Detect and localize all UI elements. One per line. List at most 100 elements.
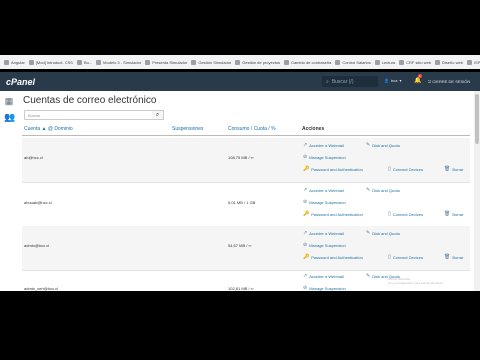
webmail-link-label: Acceder a Webmail [309, 187, 344, 193]
connect-devices-link-label: Connect Devices [392, 254, 424, 260]
bookmark-favicon-icon [374, 59, 380, 65]
connect-devices-link-label: Connect Devices [392, 211, 424, 217]
disk-quota-link[interactable]: ✎ Disk and Quota [366, 187, 400, 193]
bookmark-item[interactable]: Lectura [374, 59, 396, 65]
header-account[interactable]: Cuenta ▲ @ Dominio [24, 126, 73, 132]
webmail-link-label: Acceder a Webmail [309, 273, 344, 279]
external-link-icon: ↗ [303, 273, 308, 279]
bookmark-label: Cambio de contraseña [291, 59, 332, 65]
bookmark-item[interactable]: Control Salarios [335, 59, 371, 65]
pencil-icon: ✎ [366, 273, 371, 279]
bookmark-favicon-icon [191, 59, 197, 65]
bookmark-favicon-icon [28, 59, 34, 65]
scrollbar[interactable] [474, 91, 480, 291]
disk-quota-link[interactable]: ✎ Disk and Quota [366, 230, 400, 236]
disk-quota-link-label: Disk and Quota [372, 142, 400, 148]
manage-suspension-link[interactable]: ⊘ Manage Suspension [303, 242, 346, 248]
manage-suspension-link[interactable]: ⊘ Manage Suspension [303, 199, 346, 205]
webmail-link-label: Acceder a Webmail [309, 230, 344, 236]
bookmarks-bar: Angular [Mod] Introduct. CSS Bu... Modelo 3… [0, 55, 480, 69]
table-row: ahuuab@hcc.cl 5,01 MB / 1 GB ↗ Acceder a We… [22, 183, 470, 228]
users-icon[interactable]: 👥 [4, 112, 15, 122]
key-icon: 🔑 [303, 211, 310, 217]
account-email: ahuuab@hcc.cl [24, 200, 52, 205]
bookmark-item[interactable]: Gestión Simulador [191, 59, 232, 65]
scroll-thumb[interactable] [475, 94, 479, 144]
table-row: admin@hcc.cl 54,67 MB / ∞ ↗ Acceder a Webma… [22, 226, 470, 271]
top-bar: cPanel ⌕ Buscar (/) 👤 bca ▾ 🔔 1 ⎋ CIERRE… [0, 72, 480, 91]
mobile-icon: ▯ [388, 211, 391, 217]
webmail-link[interactable]: ↗ Acceder a Webmail [303, 187, 344, 193]
bell-icon[interactable]: 🔔 [414, 77, 421, 84]
filter-input[interactable]: Buscar [24, 110, 164, 120]
cpanel-logo[interactable]: cPanel [6, 77, 35, 87]
bookmark-label: Gestión Simulador [198, 59, 232, 65]
bookmark-item[interactable]: Cambio de contraseña [284, 59, 332, 65]
password-auth-link[interactable]: 🔑 Password and Authentication [303, 166, 363, 172]
password-auth-link[interactable]: 🔑 Password and Authentication [303, 211, 363, 217]
key-icon: 🔑 [303, 254, 310, 260]
chevron-down-icon: ▾ [399, 78, 402, 83]
bookmark-item[interactable]: CRF sitio web [399, 59, 432, 65]
usage-value: 54,67 MB / ∞ [228, 243, 252, 248]
password-auth-link[interactable]: 🔑 Password and Authentication [303, 254, 363, 260]
delete-button[interactable]: 🗑 Borrar [444, 254, 463, 260]
bookmark-item[interactable]: Modelo 3 - Simulador [96, 59, 141, 65]
password-auth-link-label: Password and Authentication [311, 166, 363, 172]
bookmark-item[interactable]: ISP [466, 59, 480, 65]
bookmark-item[interactable]: Bu... [76, 59, 93, 65]
webmail-link-label: Acceder a Webmail [309, 142, 344, 148]
webmail-link[interactable]: ↗ Acceder a Webmail [303, 273, 344, 279]
external-link-icon: ↗ [303, 187, 308, 193]
delete-button-label: Borrar [452, 166, 464, 172]
bookmark-label: Angular [11, 59, 25, 65]
filter-search-button[interactable]: ⌕ [152, 110, 164, 120]
delete-button[interactable]: 🗑 Borrar [444, 166, 463, 172]
bookmark-item[interactable]: Diseño web [435, 59, 463, 65]
account-email: admin@hcc.cl [24, 243, 50, 248]
bookmark-item[interactable]: Presenta Simulador [145, 59, 188, 65]
logout-button[interactable]: ⎋ CIERRE DE SESIÓN [428, 79, 470, 84]
bookmark-item[interactable]: [Mod] Introduct. CSS [28, 59, 73, 65]
webmail-link[interactable]: ↗ Acceder a Webmail [303, 230, 344, 236]
bookmark-favicon-icon [466, 59, 472, 65]
connect-devices-link[interactable]: ▯ Connect Devices [388, 211, 423, 217]
bookmark-item[interactable]: Angular [4, 59, 25, 65]
disk-quota-link[interactable]: ✎ Disk and Quota [366, 142, 400, 148]
external-link-icon: ↗ [303, 142, 308, 148]
top-search-input[interactable]: ⌕ Buscar (/) [322, 76, 378, 87]
bookmark-label: Control Salarios [342, 59, 371, 65]
bookmark-label: Presenta Simulador [152, 59, 188, 65]
bookmark-label: Lectura [381, 59, 396, 65]
manage-suspension-link[interactable]: ⊘ Manage Suspension [303, 154, 346, 160]
grid-icon[interactable]: ▦ [4, 96, 14, 106]
bookmark-label: Diseño web [442, 59, 463, 65]
bookmark-favicon-icon [145, 59, 151, 65]
connect-devices-link[interactable]: ▯ Connect Devices [388, 254, 423, 260]
page-title: Cuentas de correo electrónico [23, 95, 157, 106]
header-actions: Acciones [302, 126, 325, 132]
bookmark-favicon-icon [76, 59, 82, 65]
ban-icon: ⊘ [303, 154, 308, 160]
user-menu[interactable]: 👤 bca ▾ [384, 78, 401, 83]
pencil-icon: ✎ [366, 230, 371, 236]
password-auth-link-label: Password and Authentication [311, 254, 363, 260]
top-search-placeholder: Buscar (/) [331, 78, 354, 85]
bookmark-favicon-icon [335, 59, 341, 65]
connect-devices-link[interactable]: ▯ Connect Devices [388, 166, 423, 172]
webmail-link[interactable]: ↗ Acceder a Webmail [303, 142, 344, 148]
bookmark-item[interactable]: Gestión de proyectos [235, 59, 280, 65]
disk-quota-link-label: Disk and Quota [372, 230, 400, 236]
account-email: ab@hcc.cl [24, 155, 43, 160]
key-icon: 🔑 [303, 166, 310, 172]
usage-value: 5,01 MB / 1 GB [228, 200, 256, 205]
header-usage[interactable]: Consumo / Cuota / % [228, 126, 276, 132]
bookmark-favicon-icon [435, 59, 441, 65]
delete-button-label: Borrar [452, 211, 464, 217]
bookmark-label: CRF sitio web [406, 59, 432, 65]
delete-button[interactable]: 🗑 Borrar [444, 211, 463, 217]
watermark-line2: Ve a Configuración para activar Windows. [388, 281, 444, 285]
mobile-icon: ▯ [388, 166, 391, 172]
bookmark-label: Bu... [83, 59, 93, 65]
header-suspensions[interactable]: Suspensiones [172, 126, 203, 132]
